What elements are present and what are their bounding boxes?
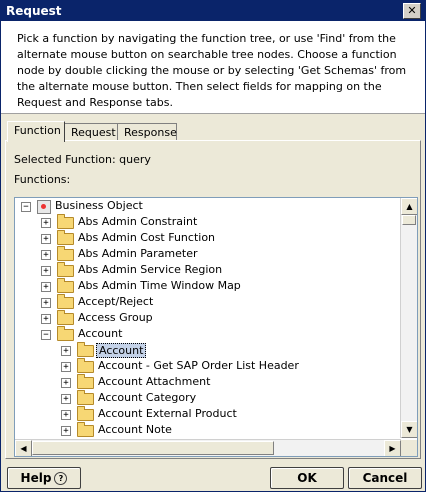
tree-node-label: Business Object (55, 199, 143, 212)
tree-node-label: Account Category (98, 391, 197, 404)
selected-function-label: Selected Function: query (14, 153, 151, 166)
help-button-label: Help (20, 471, 52, 485)
instructions-panel: Pick a function by navigating the functi… (1, 21, 425, 114)
horizontal-scroll-thumb[interactable] (32, 441, 274, 455)
expand-icon[interactable]: + (61, 362, 71, 372)
folder-icon (57, 294, 74, 309)
folder-icon (77, 374, 94, 389)
expand-icon[interactable]: + (61, 410, 71, 420)
cancel-button[interactable]: Cancel (348, 467, 422, 489)
tree-node-label: Abs Admin Cost Function (78, 231, 216, 244)
tree-node-label: Account Note (98, 423, 172, 436)
tree-node[interactable]: + Accept/Reject (15, 294, 395, 310)
tree-node-label: Account (96, 343, 147, 358)
tree-node-root[interactable]: − Business Object (15, 198, 395, 214)
tab-response[interactable]: Response (117, 123, 177, 141)
tree-node[interactable]: + Abs Admin Service Region (15, 262, 395, 278)
folder-icon (77, 422, 94, 437)
function-tab-panel: Selected Function: query Functions: − Bu… (5, 140, 421, 459)
scroll-down-icon[interactable]: ▼ (401, 421, 417, 438)
help-button[interactable]: Help? (7, 467, 81, 489)
tree-node[interactable]: + Account - Get SAP Order List Header (15, 358, 395, 374)
ok-button[interactable]: OK (270, 467, 344, 489)
help-icon: ? (54, 472, 68, 485)
expand-icon[interactable]: + (41, 250, 51, 260)
functions-label: Functions: (14, 173, 71, 186)
tree-node-label: Accept/Reject (78, 295, 154, 308)
folder-icon (57, 310, 74, 325)
tree-node-account[interactable]: − Account (15, 326, 395, 342)
expand-icon[interactable]: + (61, 394, 71, 404)
folder-icon (57, 246, 74, 261)
tree-node-label: Account Attachment (98, 375, 211, 388)
tree-node-label: Abs Admin Parameter (78, 247, 198, 260)
function-tree[interactable]: − Business Object + Abs Admin Constraint… (14, 197, 418, 457)
tree-node-label: Account (78, 327, 123, 340)
open-folder-icon (57, 326, 74, 341)
expand-icon[interactable]: + (41, 218, 51, 228)
expand-icon[interactable]: + (61, 426, 71, 436)
scroll-up-icon[interactable]: ▲ (401, 198, 417, 215)
tab-request[interactable]: Request (64, 123, 118, 141)
expand-icon[interactable]: + (41, 282, 51, 292)
tree-node[interactable]: + Access Group (15, 310, 395, 326)
scroll-left-icon[interactable]: ◀ (15, 440, 32, 456)
tree-node[interactable]: + Account Note (15, 422, 395, 438)
expand-icon[interactable]: + (41, 298, 51, 308)
tree-node-label: Abs Admin Service Region (78, 263, 223, 276)
folder-icon (77, 342, 94, 357)
expand-icon[interactable]: + (61, 346, 71, 356)
folder-icon (57, 262, 74, 277)
expand-icon[interactable]: + (41, 314, 51, 324)
instructions-text: Pick a function by navigating the functi… (17, 32, 407, 109)
close-button[interactable]: ✕ (403, 3, 421, 19)
folder-icon (57, 230, 74, 245)
dialog-title: Request (6, 4, 62, 18)
request-dialog: Request ✕ Pick a function by navigating … (0, 0, 426, 492)
scroll-corner (401, 440, 417, 456)
scroll-right-icon[interactable]: ▶ (384, 440, 401, 456)
folder-icon (77, 406, 94, 421)
vertical-scrollbar[interactable]: ▲ ▼ (400, 198, 417, 438)
folder-icon (77, 358, 94, 373)
tree-node[interactable]: + Abs Admin Parameter (15, 246, 395, 262)
tree-node[interactable]: + Abs Admin Cost Function (15, 230, 395, 246)
folder-icon (57, 278, 74, 293)
title-bar: Request ✕ (1, 1, 425, 21)
tree-node-label: Account - Get SAP Order List Header (98, 359, 299, 372)
tree-node[interactable]: + Abs Admin Constraint (15, 214, 395, 230)
vertical-scroll-thumb[interactable] (402, 215, 416, 225)
business-object-icon (37, 200, 51, 214)
tree-node[interactable]: + Account Category (15, 390, 395, 406)
horizontal-scrollbar[interactable]: ◀ ▶ (15, 439, 401, 456)
tree-node-label: Abs Admin Constraint (78, 215, 198, 228)
close-icon: ✕ (407, 4, 417, 17)
tree-node-label: Abs Admin Time Window Map (78, 279, 241, 292)
expand-icon[interactable]: + (41, 266, 51, 276)
folder-icon (77, 390, 94, 405)
tree-node[interactable]: + Account Attachment (15, 374, 395, 390)
tree-node[interactable]: + Abs Admin Time Window Map (15, 278, 395, 294)
tree-node-label: Access Group (78, 311, 153, 324)
tab-function[interactable]: Function (7, 121, 65, 142)
expand-icon[interactable]: + (61, 378, 71, 388)
folder-icon (57, 214, 74, 229)
expand-icon[interactable]: + (41, 234, 51, 244)
collapse-icon[interactable]: − (41, 330, 51, 340)
tree-node[interactable]: + Account External Product (15, 406, 395, 422)
tree-node-label: Account External Product (98, 407, 237, 420)
tree-node-selected[interactable]: + Account (15, 342, 395, 358)
collapse-icon[interactable]: − (21, 202, 31, 212)
